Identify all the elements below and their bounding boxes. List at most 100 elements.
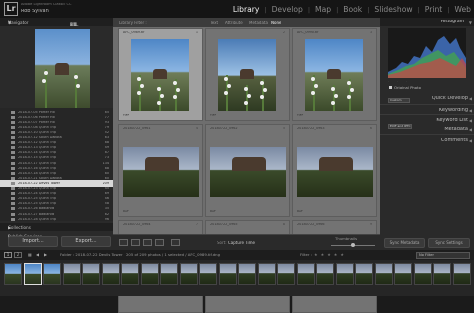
zoom-3-1[interactable]: 3:1 (70, 22, 77, 27)
photo-thumbnail[interactable] (218, 39, 276, 111)
keywording-panel[interactable]: Keywording ◀ (380, 104, 474, 113)
filmstrip-thumbnail[interactable] (452, 263, 471, 285)
star-icon[interactable]: ★ (334, 252, 338, 258)
filmstrip-thumbnail[interactable] (277, 263, 295, 285)
star-icon[interactable]: ★ (340, 252, 344, 258)
main-window-button[interactable]: 1 (4, 252, 12, 258)
module-develop[interactable]: Develop (272, 6, 303, 14)
photo-thumbnail[interactable] (131, 39, 189, 111)
photo-thumbnail[interactable] (305, 39, 363, 111)
filter-text[interactable]: Text (210, 21, 218, 25)
filmstrip-thumbnail[interactable] (82, 263, 100, 285)
filmstrip-thumbnail[interactable] (160, 263, 178, 285)
keyword-list-panel[interactable]: Keyword List ◀ (380, 114, 474, 123)
metadata-panel[interactable]: Metadata ◀ (414, 124, 474, 133)
filmstrip-thumbnail[interactable] (62, 263, 81, 285)
filmstrip-thumbnail[interactable] (433, 263, 451, 285)
navigator-preview[interactable] (35, 29, 90, 109)
grid-view-icon[interactable] (119, 239, 128, 246)
cell-filetype: TIFF (210, 114, 217, 117)
metadata-preset-dropdown[interactable]: EXIF and IPTC (388, 124, 412, 129)
folder-row[interactable]: 2018-07-28 Quinn Trip 96 (0, 216, 113, 221)
flower-bloom (140, 84, 144, 88)
navigator-header[interactable]: ▼ Navigator FIT FILL 1:1 3:1 (0, 18, 113, 27)
cell-index: 6 (369, 127, 372, 130)
forward-arrow-icon[interactable]: ▶ (44, 253, 47, 257)
identity-plate[interactable]: Rob Sylvan (21, 9, 49, 14)
import-button[interactable]: Import... (8, 236, 58, 247)
module-web[interactable]: Web (454, 6, 471, 14)
module-library[interactable]: Library (233, 6, 260, 14)
module-print[interactable]: Print (425, 6, 442, 14)
flower-bloom (76, 84, 80, 88)
module-book[interactable]: Book (343, 6, 362, 14)
second-window-button[interactable]: 2 (14, 252, 22, 258)
grid-icon[interactable]: ▦ (28, 253, 32, 257)
sync-settings-button[interactable]: Sync Settings (428, 238, 470, 248)
module-slideshow[interactable]: Slideshow (374, 6, 412, 14)
star-icon[interactable]: ★ (314, 252, 318, 258)
folder-icon (11, 197, 15, 201)
histogram-header[interactable]: Histogram ▼ (380, 18, 474, 26)
filmstrip-thumbnail[interactable] (23, 263, 42, 285)
comments-panel[interactable]: Comments ◀ (380, 134, 474, 143)
filmstrip-thumbnail[interactable] (121, 263, 139, 285)
survey-view-icon[interactable] (155, 239, 164, 246)
filmstrip-thumbnail[interactable] (238, 263, 256, 285)
filmstrip-thumbnail[interactable] (374, 263, 393, 285)
original-photo-checkbox[interactable] (389, 86, 392, 89)
grid-cell[interactable]: 2 TIFF (205, 28, 290, 121)
right-panel: Histogram ▼ · · · Original Photo Custom Qu… (380, 18, 474, 250)
module-separator: | (417, 6, 420, 14)
star-icon[interactable]: ★ (327, 252, 331, 258)
filmstrip-thumbnail[interactable] (316, 263, 334, 285)
export-button[interactable]: Export... (61, 236, 111, 247)
filmstrip-thumbnail[interactable] (413, 263, 432, 285)
filter-none[interactable]: None (271, 21, 281, 25)
star-icon[interactable]: ★ (321, 252, 325, 258)
rating-filter[interactable]: ★ ★ ★ ★ ★ (314, 252, 406, 258)
filmstrip-thumbnail[interactable] (257, 263, 276, 285)
module-separator: | (367, 6, 370, 14)
filmstrip-thumbnail[interactable] (179, 263, 198, 285)
filmstrip-thumbnail[interactable] (43, 263, 61, 285)
folder-count: 96 (104, 217, 109, 221)
grid-cell[interactable]: 20180722_0962 5 RAF (205, 124, 290, 217)
thumbnail-size-handle[interactable] (351, 243, 355, 247)
photo-thumbnail[interactable] (210, 147, 286, 197)
quick-develop-panel[interactable]: Quick Develop ◀ (380, 93, 474, 103)
filmstrip-thumbnail[interactable] (199, 263, 217, 285)
folder-icon (11, 130, 15, 134)
loupe-view-icon[interactable] (131, 239, 140, 246)
histogram-graph (388, 28, 466, 78)
compare-view-icon[interactable] (143, 239, 152, 246)
folder-icon (11, 136, 15, 139)
filmstrip-thumbnail[interactable] (140, 263, 159, 285)
photo-thumbnail[interactable] (297, 147, 373, 197)
filmstrip-thumbnail[interactable] (355, 263, 373, 285)
grid-cell[interactable]: 20180722_0963 6 RAF (292, 124, 377, 217)
painter-icon[interactable] (171, 239, 180, 246)
folder-icon (11, 202, 15, 206)
filmstrip-thumbnail[interactable] (335, 263, 354, 285)
filmstrip-thumbnail[interactable] (394, 263, 412, 285)
filmstrip-thumbnail[interactable] (218, 263, 237, 285)
cell-index: 7 (195, 223, 198, 226)
filmstrip-source[interactable]: Folder : 2018-07-22 Devils Tower (60, 253, 123, 257)
sync-metadata-button[interactable]: Sync Metadata (384, 238, 425, 248)
grid-cell[interactable]: AFC_0989.tif 1 TIFF (118, 28, 203, 121)
filmstrip-thumbnail[interactable] (4, 263, 22, 285)
filmstrip-thumbnail[interactable] (296, 263, 315, 285)
filmstrip-thumbnail[interactable] (101, 263, 120, 285)
sort-dropdown[interactable]: Capture Time (228, 241, 255, 245)
grid-cell[interactable]: AFC_0990.tif 3 TIFF (292, 28, 377, 121)
filter-metadata[interactable]: Metadata (249, 21, 268, 25)
module-map[interactable]: Map (315, 6, 331, 14)
photo-thumbnail[interactable] (123, 147, 199, 197)
back-arrow-icon[interactable]: ◀ (36, 253, 39, 257)
filter-attribute[interactable]: Attribute (225, 21, 243, 25)
flower-bloom (173, 81, 177, 85)
collections-header[interactable]: ▶ Collections (0, 223, 113, 231)
filter-dropdown[interactable]: No Filter (416, 251, 470, 259)
grid-cell[interactable]: 20180722_0961 4 RAF (118, 124, 203, 217)
